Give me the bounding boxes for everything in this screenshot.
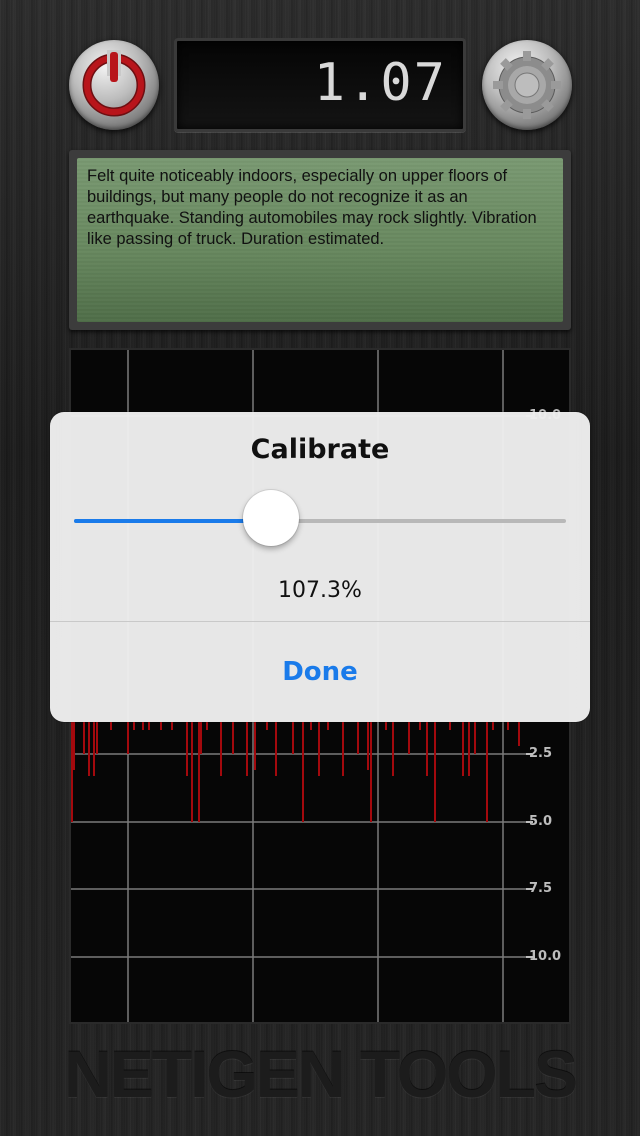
- calibration-slider-fill: [74, 519, 271, 523]
- description-screen: Felt quite noticeably indoors, especiall…: [77, 158, 563, 322]
- done-button[interactable]: Done: [50, 622, 590, 722]
- calibration-value: 107.3%: [278, 578, 362, 603]
- calibration-slider-thumb[interactable]: [242, 490, 299, 546]
- brand-logo: NETIGEN TOOLS: [64, 1037, 578, 1111]
- magnitude-display: 1.07: [174, 38, 466, 132]
- axis-label: 10.0: [529, 949, 562, 964]
- dialog-title: Calibrate: [250, 434, 390, 465]
- intensity-description-panel: Felt quite noticeably indoors, especiall…: [69, 150, 571, 330]
- intensity-description: Felt quite noticeably indoors, especiall…: [87, 167, 537, 248]
- axis-label: 5.0: [529, 814, 553, 829]
- magnitude-reading: 1.07: [313, 53, 447, 113]
- axis-label: 2.5: [529, 746, 553, 761]
- settings-button[interactable]: [482, 40, 572, 130]
- calibration-slider-track[interactable]: [74, 519, 566, 523]
- gear-icon: [493, 51, 561, 119]
- power-icon: [82, 50, 146, 117]
- power-button[interactable]: [69, 40, 159, 130]
- calibrate-dialog: Calibrate 107.3% Done: [50, 412, 590, 722]
- axis-label: 7.5: [529, 881, 553, 896]
